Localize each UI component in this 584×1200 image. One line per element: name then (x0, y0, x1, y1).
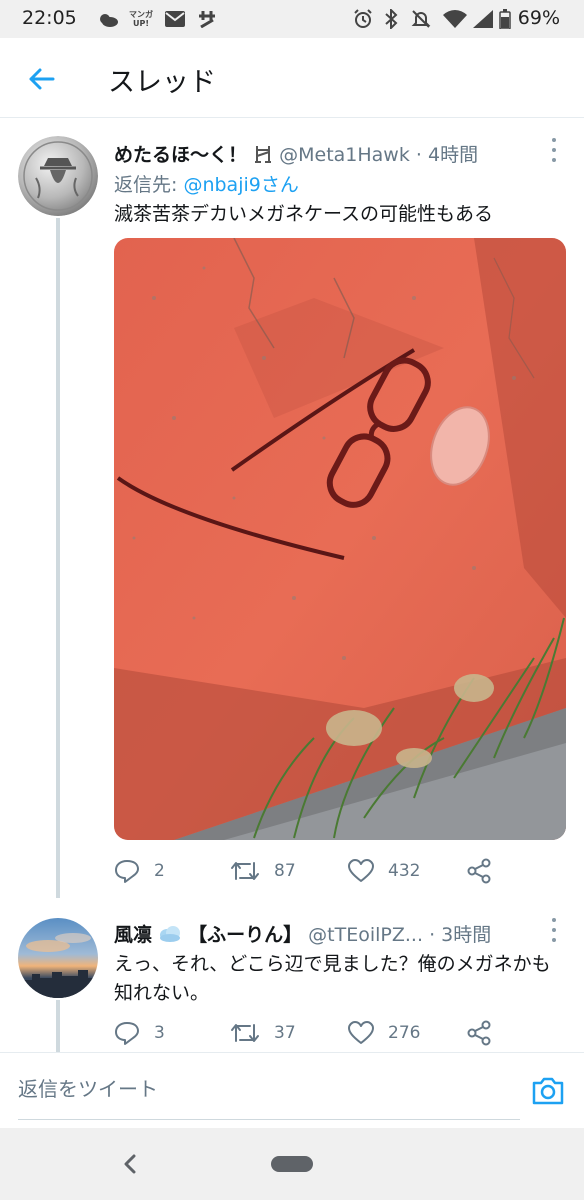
separator-dot: · (415, 144, 422, 166)
back-button[interactable] (24, 62, 58, 96)
reply-to-handle[interactable]: @nbaji9さん (183, 174, 298, 196)
nav-back-button[interactable] (118, 1150, 142, 1178)
status-bar: 22:05 マンガ UP! 69% (0, 0, 584, 38)
share-button-second[interactable] (466, 1018, 492, 1048)
author-name-second[interactable]: 風凛 (114, 924, 152, 946)
reply-button-second[interactable]: 3 (114, 1018, 165, 1048)
tweet-photo[interactable] (114, 238, 566, 840)
manga-label-bottom: UP! (132, 19, 149, 28)
like-button[interactable]: 432 (348, 856, 420, 886)
chevron-left-icon (124, 1154, 136, 1174)
tweet-time-second[interactable]: 3時間 (441, 924, 491, 946)
avatar[interactable] (18, 136, 98, 216)
thread-line-lower (56, 1000, 60, 1052)
retweet-icon (231, 1024, 259, 1042)
reply-input[interactable]: 返信をツイート (18, 1067, 518, 1107)
reply-count-second: 3 (154, 1023, 165, 1043)
more-options-button-second[interactable] (544, 918, 564, 942)
reply-icon (115, 1022, 139, 1045)
like-count-second: 276 (388, 1023, 421, 1043)
tweet-text: 滅茶苦茶デカいメガネケースの可能性もある (114, 203, 494, 225)
heart-icon (348, 859, 374, 882)
avatar-second[interactable] (18, 918, 98, 998)
like-button-second[interactable]: 276 (348, 1018, 420, 1048)
reply-to: 返信先: @nbaji9さん (114, 170, 299, 197)
retweet-count-second: 37 (274, 1023, 296, 1043)
tweet-actions-second: 3 37 276 (114, 1018, 566, 1048)
retweet-icon (231, 862, 259, 880)
retweet-button[interactable]: 87 (230, 856, 296, 886)
manga-label-top: マンガ (129, 10, 153, 19)
avatar-image (18, 136, 98, 216)
arrow-left-icon (29, 68, 55, 90)
tweet-text-second: えっ、それ、どこら辺で見ました？俺のメガネかも知れない。 (114, 953, 551, 1004)
battery-icon (498, 8, 512, 30)
reply-to-label: 返信先: (114, 174, 178, 196)
cloud-emoji-icon (158, 924, 182, 949)
tweet-actions: 2 87 432 (114, 856, 566, 886)
mail-icon (164, 8, 186, 30)
author-handle-second[interactable]: @tTEoilPZ... (308, 924, 423, 946)
battery-percent: 69% (517, 7, 560, 29)
separator-dot-second: · (429, 924, 436, 946)
emoji-icon (253, 144, 273, 169)
system-nav-bar (0, 1128, 584, 1200)
share-icon (467, 858, 491, 884)
manga-app-icon: マンガ UP! (128, 8, 154, 30)
mute-icon (410, 8, 432, 30)
camera-icon (532, 1077, 564, 1105)
tweet-time[interactable]: 4時間 (428, 144, 478, 166)
glasses-photo (114, 238, 566, 840)
share-button[interactable] (466, 856, 492, 886)
reply-composer: 返信をツイート (0, 1052, 584, 1128)
thread-line (56, 218, 60, 898)
tweet-header-second: 風凛 【ふーりん】 @tTEoilPZ... · 3時間 (114, 920, 491, 949)
signal-icon (472, 8, 494, 30)
reply-count: 2 (154, 861, 165, 881)
tweet-header: めたるほ〜く！ @Meta1Hawk · 4時間 (114, 140, 478, 169)
retweet-button-second[interactable]: 37 (230, 1018, 296, 1048)
bluetooth-icon (382, 8, 400, 30)
reply-button[interactable]: 2 (114, 856, 165, 886)
app-notification-icon (196, 8, 218, 30)
reply-input-underline (18, 1119, 520, 1120)
app-bar: スレッド (0, 38, 584, 118)
more-options-button[interactable] (544, 138, 564, 162)
sunset-avatar-image (18, 918, 98, 998)
reply-icon (115, 860, 139, 883)
weather-icon (96, 8, 120, 30)
alarm-icon (352, 8, 374, 30)
status-time: 22:05 (22, 7, 77, 29)
share-icon (467, 1020, 491, 1046)
camera-button[interactable] (530, 1073, 566, 1109)
home-pill-icon[interactable] (271, 1156, 313, 1172)
author-handle[interactable]: @Meta1Hawk (279, 144, 410, 166)
wifi-icon (442, 8, 468, 30)
author-name[interactable]: めたるほ〜く！ (114, 144, 247, 166)
heart-icon (348, 1021, 374, 1044)
retweet-count: 87 (274, 861, 296, 881)
author-name-suffix[interactable]: 【ふーりん】 (188, 924, 302, 946)
page-title: スレッド (108, 67, 216, 98)
like-count: 432 (388, 861, 421, 881)
